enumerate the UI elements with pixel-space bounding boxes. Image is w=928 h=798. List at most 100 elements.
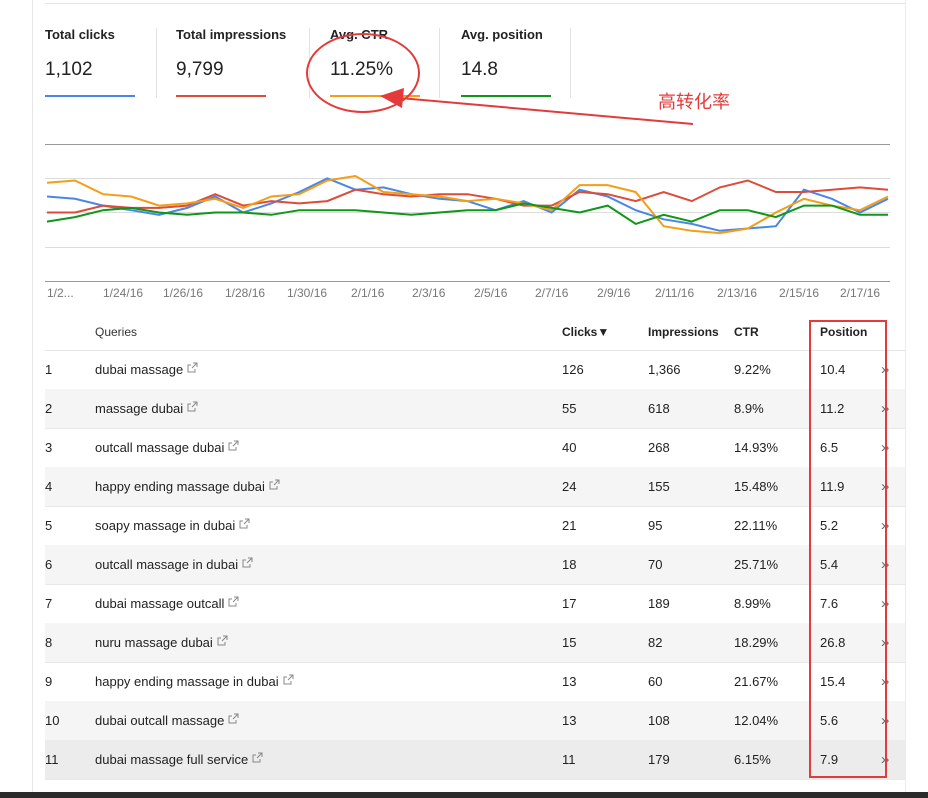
clicks-value: 40 [562,440,576,455]
external-link-icon[interactable] [242,557,253,568]
metric-divider [156,28,157,98]
query-text[interactable]: outcall massage in dubai [95,557,253,572]
external-link-icon[interactable] [187,401,198,412]
impressions-value: 1,366 [648,362,681,377]
x-tick-label: 2/17/16 [840,286,881,300]
impressions-value-text: 618 [648,401,670,416]
x-tick-label: 2/5/16 [474,286,508,300]
x-tick-label: 1/26/16 [163,286,204,300]
clicks-value-text: 17 [562,596,577,611]
query-text[interactable]: dubai outcall massage [95,713,239,728]
external-link-icon[interactable] [269,479,280,490]
table-row[interactable]: 5 soapy massage in dubai 21 95 22.11% 5.2 » [45,506,905,546]
ctr-value: 8.99% [734,596,771,611]
metric-label: Total impressions [176,27,287,42]
metric-total-impressions[interactable]: Total impressions 9,799 [176,27,287,97]
row-number: 8 [45,635,52,650]
header-impressions[interactable]: Impressions [648,325,719,339]
external-link-icon[interactable] [187,362,198,373]
impressions-value-text: 179 [648,752,670,767]
ctr-value-text: 12.04% [734,713,779,728]
row-number: 9 [45,674,52,689]
ctr-value: 25.71% [734,557,778,572]
header-position[interactable]: Position [820,325,867,339]
double-chevron-right-icon[interactable]: » [881,751,889,768]
x-tick-label: 2/13/16 [717,286,758,300]
double-chevron-right-icon[interactable]: » [881,478,889,495]
query-text-text: happy ending massage dubai [95,479,265,494]
row-number: 3 [45,440,52,455]
double-chevron-right-icon[interactable]: » [881,400,889,417]
double-chevron-right-icon[interactable]: » [881,712,889,729]
row-number: 6 [45,557,52,572]
external-link-icon[interactable] [252,752,263,763]
ctr-value-text: 15.48% [734,479,779,494]
table-row[interactable]: 7 dubai massage outcall 17 189 8.99% 7.6 » [45,584,905,624]
clicks-value: 21 [562,518,576,533]
x-tick-label: 1/2... [47,286,74,300]
table-row[interactable]: 4 happy ending massage dubai 24 155 15.48% 11… [45,467,905,507]
position-value: 6.5 [820,440,838,455]
ctr-value-text: 8.9% [734,401,764,416]
header-clicks[interactable]: Clicks▼ [562,325,609,339]
metric-value: 14.8 [461,59,498,80]
header-ctr[interactable]: CTR [734,325,759,339]
external-link-icon[interactable] [228,713,239,724]
table-row[interactable]: 6 outcall massage in dubai 18 70 25.71% 5.4 » [45,545,905,585]
annotation-circle [306,33,420,113]
double-chevron-right-icon[interactable]: » [881,517,889,534]
clicks-value: 13 [562,674,576,689]
query-text[interactable]: massage dubai [95,401,198,416]
external-link-icon[interactable] [228,596,239,607]
query-text[interactable]: nuru massage dubai [95,635,228,650]
row-number-text: 4 [45,479,53,494]
x-tick-label: 2/3/16 [412,286,446,300]
x-tick-label: 2/15/16 [779,286,820,300]
screen-bottom-edge [0,792,928,798]
position-value: 7.9 [820,752,838,767]
query-text[interactable]: happy ending massage in dubai [95,674,294,689]
table-row[interactable]: 10 dubai outcall massage 13 108 12.04% 5.6 » [45,701,905,741]
position-value: 5.6 [820,713,838,728]
ctr-value-text: 25.71% [734,557,779,572]
ctr-value: 12.04% [734,713,778,728]
impressions-value: 70 [648,557,662,572]
ctr-value-text: 18.29% [734,635,779,650]
external-link-icon[interactable] [217,635,228,646]
clicks-value: 126 [562,362,584,377]
table-row[interactable]: 3 outcall massage dubai 40 268 14.93% 6.5 » [45,428,905,468]
metric-avg-position[interactable]: Avg. position 14.8 [461,27,551,97]
double-chevron-right-icon[interactable]: » [881,634,889,651]
double-chevron-right-icon[interactable]: » [881,556,889,573]
table-row[interactable]: 9 happy ending massage in dubai 13 60 21.67%… [45,662,905,702]
query-text[interactable]: soapy massage in dubai [95,518,250,533]
query-text[interactable]: dubai massage outcall [95,596,239,611]
query-text[interactable]: happy ending massage dubai [95,479,280,494]
double-chevron-right-icon[interactable]: » [881,439,889,456]
query-text[interactable]: dubai massage full service [95,752,263,767]
external-link-icon[interactable] [228,440,239,451]
clicks-value-text: 13 [562,674,577,689]
page-left-border [32,0,33,798]
chart-series-line [47,179,889,214]
external-link-icon[interactable] [283,674,294,685]
query-text[interactable]: dubai massage [95,362,198,377]
double-chevron-right-icon[interactable]: » [881,595,889,612]
query-text-text: soapy massage in dubai [95,518,236,533]
metric-label: Total clicks [45,27,115,42]
external-link-icon[interactable] [239,518,250,529]
table-row[interactable]: 11 dubai massage full service 11 179 6.15% 7.… [45,740,905,780]
clicks-value: 13 [562,713,576,728]
row-number-text: 1 [45,362,53,377]
impressions-value-text: 108 [648,713,670,728]
row-number: 10 [45,713,59,728]
table-row[interactable]: 1 dubai massage 126 1,366 9.22% 10.4 » [45,350,905,390]
double-chevron-right-icon[interactable]: » [881,361,889,378]
query-text-text: dubai massage full service [95,752,249,767]
header-queries[interactable]: Queries [95,325,137,339]
table-row[interactable]: 2 massage dubai 55 618 8.9% 11.2 » [45,389,905,429]
metric-total-clicks[interactable]: Total clicks 1,102 [45,27,135,97]
table-row[interactable]: 8 nuru massage dubai 15 82 18.29% 26.8 » [45,623,905,663]
query-text[interactable]: outcall massage dubai [95,440,239,455]
double-chevron-right-icon[interactable]: » [881,673,889,690]
